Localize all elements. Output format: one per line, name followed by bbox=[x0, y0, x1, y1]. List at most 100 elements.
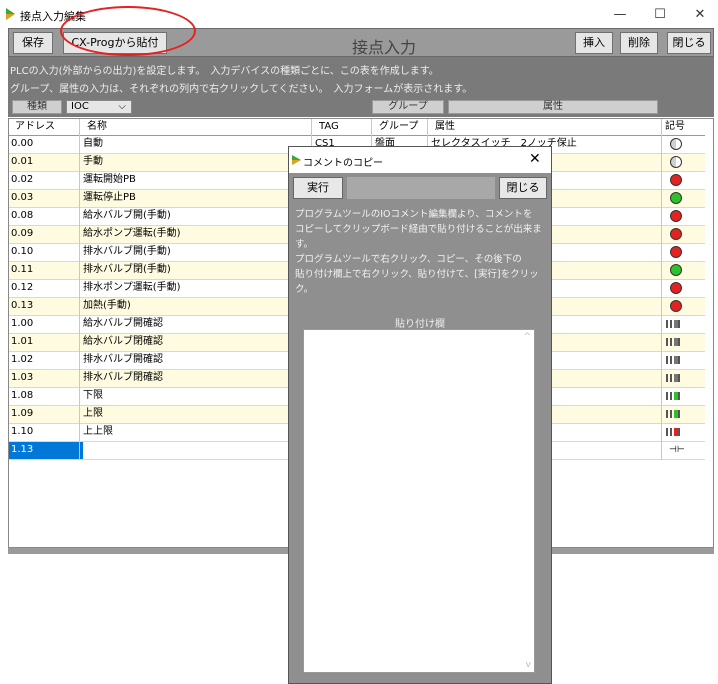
cell-address[interactable]: 1.03 bbox=[11, 370, 69, 386]
chevron-down-icon: ⌵ bbox=[118, 101, 126, 112]
scroll-up-icon[interactable]: ^ bbox=[523, 332, 531, 342]
red-button-symbol-icon bbox=[670, 228, 682, 240]
cell-name[interactable]: 上上限 bbox=[83, 424, 311, 440]
info-bar: PLCの入力(外部からの出力)を設定します。 入力デバイスの種類ごとに、この表を… bbox=[8, 57, 714, 97]
cell-address[interactable]: 0.13 bbox=[11, 298, 69, 314]
cell-name[interactable]: 上限 bbox=[83, 406, 311, 422]
desc-line: プログラムツールのIOコメント編集欄より、コメントを bbox=[295, 209, 533, 220]
scroll-down-icon[interactable]: v bbox=[526, 660, 531, 670]
group-label: グループ bbox=[372, 100, 444, 114]
maximize-button[interactable]: ☐ bbox=[640, 4, 680, 26]
dialog-status-field bbox=[347, 177, 495, 199]
red-button-symbol-icon bbox=[670, 210, 682, 222]
red-button-symbol-icon bbox=[670, 300, 682, 312]
cell-address[interactable]: 1.10 bbox=[11, 424, 69, 440]
cell-address[interactable]: 1.13 bbox=[9, 442, 83, 459]
annotation-oval bbox=[60, 6, 196, 56]
dialog-close-icon[interactable]: ✕ bbox=[529, 151, 541, 167]
insert-button[interactable]: 挿入 bbox=[575, 32, 613, 54]
dialog-titlebar: コメントのコピー ✕ bbox=[289, 147, 551, 173]
lamp-symbol-icon bbox=[666, 428, 684, 436]
cell-name[interactable]: 排水ポンプ運転(手動) bbox=[83, 280, 311, 296]
cell-address[interactable]: 0.12 bbox=[11, 280, 69, 296]
close-button[interactable]: 閉じる bbox=[667, 32, 711, 54]
cell-address[interactable]: 0.08 bbox=[11, 208, 69, 224]
dialog-title: コメントのコピー bbox=[303, 158, 383, 169]
cell-name[interactable]: 排水バルブ閉(手動) bbox=[83, 262, 311, 278]
cell-address[interactable]: 0.02 bbox=[11, 172, 69, 188]
cell-name[interactable]: 加熱(手動) bbox=[83, 298, 311, 314]
lamp-symbol-icon bbox=[666, 392, 684, 400]
cell-address[interactable]: 0.10 bbox=[11, 244, 69, 260]
app-title: 接点入力 bbox=[351, 38, 416, 57]
cell-address[interactable]: 0.00 bbox=[11, 136, 69, 152]
green-button-symbol-icon bbox=[670, 192, 682, 204]
type-label: 種類 bbox=[12, 100, 62, 114]
cell-name[interactable]: 運転開始PB bbox=[83, 172, 311, 188]
header-symbol: 記号 bbox=[665, 121, 685, 132]
cell-address[interactable]: 1.02 bbox=[11, 352, 69, 368]
filter-bar: 種類 IOC ⌵ グループ 属性 bbox=[8, 97, 714, 117]
cell-name[interactable]: 手動 bbox=[83, 154, 311, 170]
cell-name[interactable] bbox=[83, 442, 311, 458]
cell-address[interactable]: 0.11 bbox=[11, 262, 69, 278]
header-address: アドレス bbox=[15, 121, 55, 132]
cell-address[interactable]: 1.08 bbox=[11, 388, 69, 404]
selector-switch-symbol-icon bbox=[670, 138, 682, 150]
info-line-1: PLCの入力(外部からの出力)を設定します。 入力デバイスの種類ごとに、この表を… bbox=[10, 66, 439, 77]
red-button-symbol-icon bbox=[670, 174, 682, 186]
app-icon bbox=[292, 155, 301, 165]
header-tag: TAG bbox=[319, 121, 339, 132]
header-group: グループ bbox=[379, 121, 419, 132]
cell-address[interactable]: 1.00 bbox=[11, 316, 69, 332]
type-select-value: IOC bbox=[71, 101, 89, 112]
desc-line: コピーしてクリップボード経由で貼り付けることが出来ます。 bbox=[295, 224, 542, 250]
cell-address[interactable]: 0.03 bbox=[11, 190, 69, 206]
contact-symbol-icon: ⊣⊢ bbox=[669, 445, 685, 455]
save-button[interactable]: 保存 bbox=[13, 32, 53, 54]
app-icon bbox=[6, 8, 15, 20]
green-button-symbol-icon bbox=[670, 264, 682, 276]
cell-address[interactable]: 1.01 bbox=[11, 334, 69, 350]
cell-name[interactable]: 排水バルブ開(手動) bbox=[83, 244, 311, 260]
attr-label: 属性 bbox=[448, 100, 658, 114]
dialog-description: プログラムツールのIOコメント編集欄より、コメントを コピーしてクリップボード経… bbox=[295, 207, 550, 297]
cell-name[interactable]: 給水ポンプ運転(手動) bbox=[83, 226, 311, 242]
cell-name[interactable]: 運転停止PB bbox=[83, 190, 311, 206]
header-name: 名称 bbox=[87, 121, 107, 132]
delete-button[interactable]: 削除 bbox=[620, 32, 658, 54]
desc-line: 貼り付け欄上で右クリック、貼り付けて、[実行]をクリック。 bbox=[295, 269, 539, 295]
cell-address[interactable]: 0.01 bbox=[11, 154, 69, 170]
lamp-symbol-icon bbox=[666, 374, 684, 382]
cell-name[interactable]: 給水バルブ開確認 bbox=[83, 316, 311, 332]
table-header: アドレス 名称 TAG グループ 属性 記号 bbox=[9, 119, 705, 136]
close-window-button[interactable]: ✕ bbox=[680, 4, 718, 26]
paste-area-label: 貼り付け欄 bbox=[395, 319, 445, 330]
desc-line: プログラムツールで右クリック、コピー、その後下の bbox=[295, 254, 522, 265]
column-divider bbox=[661, 119, 662, 460]
cell-address[interactable]: 1.09 bbox=[11, 406, 69, 422]
lamp-symbol-icon bbox=[666, 320, 684, 328]
cell-address[interactable]: 0.09 bbox=[11, 226, 69, 242]
minimize-button[interactable]: — bbox=[600, 4, 640, 26]
cell-name[interactable]: 給水バルブ閉確認 bbox=[83, 334, 311, 350]
selector-switch-symbol-icon bbox=[670, 156, 682, 168]
cell-name[interactable]: 下限 bbox=[83, 388, 311, 404]
info-line-2: グループ、属性の入力は、それぞれの列内で右クリックしてください。 入力フォームが… bbox=[10, 84, 473, 95]
cell-name[interactable]: 給水バルブ開(手動) bbox=[83, 208, 311, 224]
cell-name[interactable]: 排水バルブ開確認 bbox=[83, 352, 311, 368]
comment-copy-dialog: コメントのコピー ✕ 実行 閉じる プログラムツールのIOコメント編集欄より、コ… bbox=[288, 146, 552, 684]
paste-textarea[interactable]: ^ v bbox=[303, 329, 535, 673]
lamp-symbol-icon bbox=[666, 356, 684, 364]
column-divider bbox=[79, 119, 80, 460]
header-attr: 属性 bbox=[435, 121, 455, 132]
lamp-symbol-icon bbox=[666, 338, 684, 346]
red-button-symbol-icon bbox=[670, 282, 682, 294]
cell-name[interactable]: 排水バルブ閉確認 bbox=[83, 370, 311, 386]
run-button[interactable]: 実行 bbox=[293, 177, 343, 199]
lamp-symbol-icon bbox=[666, 410, 684, 418]
cell-name[interactable]: 自動 bbox=[83, 136, 311, 152]
dialog-close-button[interactable]: 閉じる bbox=[499, 177, 547, 199]
type-select[interactable]: IOC ⌵ bbox=[66, 100, 132, 114]
red-button-symbol-icon bbox=[670, 246, 682, 258]
